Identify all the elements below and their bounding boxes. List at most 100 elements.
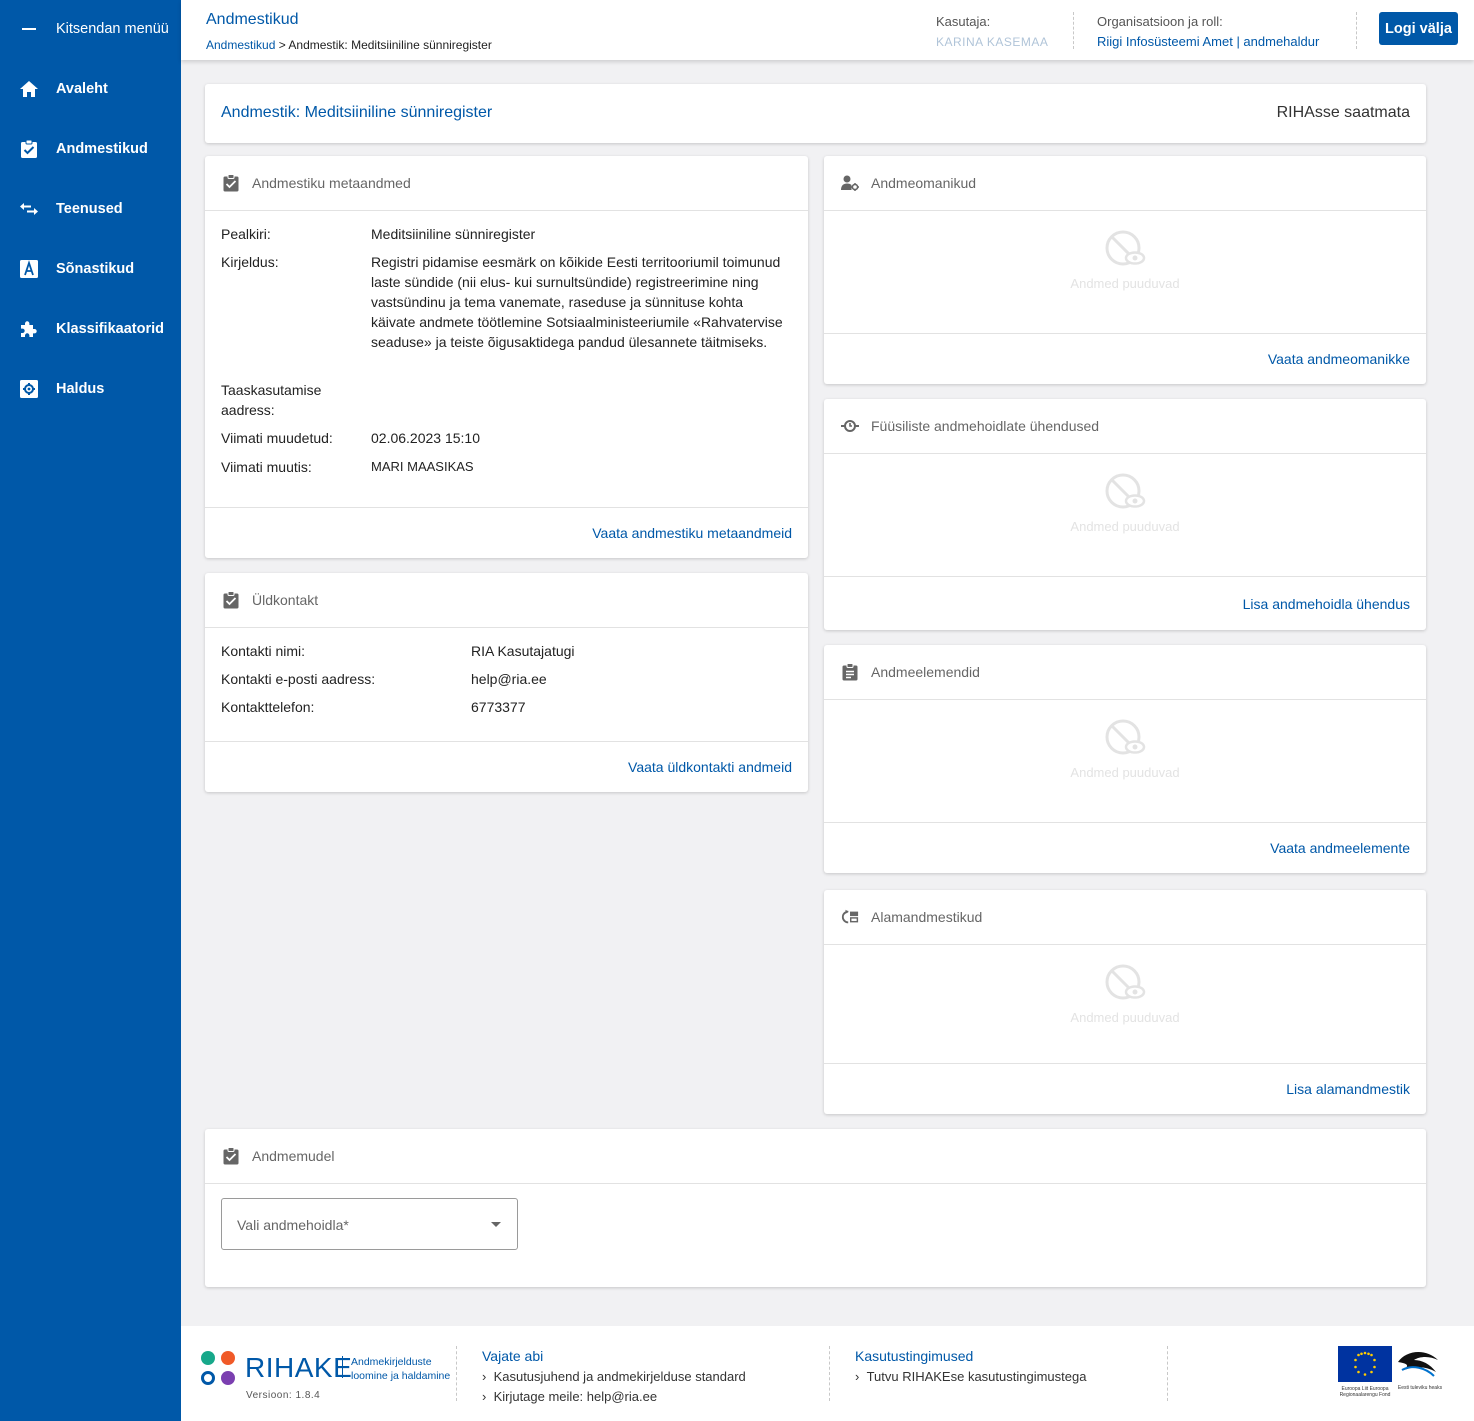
card-footer: Lisa andmehoidla ühendus (824, 576, 1426, 630)
brand-tagline: Andmekirjelduste loomine ja haldamine (351, 1355, 450, 1383)
empty-text: Andmed puuduvad (1070, 1010, 1180, 1025)
field-label: Pealkiri: (221, 226, 271, 242)
logout-button[interactable]: Logi välja (1379, 12, 1458, 45)
estonia-swallow-icon (1398, 1351, 1438, 1377)
user-label: Kasutaja: (936, 14, 991, 29)
field-label: Viimati muutis: (221, 459, 312, 475)
card-title: Andmestiku metaandmed (252, 175, 411, 191)
caret-down-icon (491, 1222, 501, 1227)
clipboard-list-icon (841, 663, 859, 681)
sidebar: Kitsendan menüü Avaleht Andmestikud Teen… (0, 0, 181, 1421)
sidebar-item-label: Avaleht (56, 81, 108, 97)
clipboard-check-icon (222, 1147, 240, 1165)
collapse-menu-button[interactable]: Kitsendan menüü (0, 9, 181, 49)
view-owners-link[interactable]: Vaata andmeomanikke (1268, 351, 1410, 367)
help-link-guide[interactable]: › Kasutusjuhend ja andmekirjelduse stand… (482, 1369, 746, 1384)
empty-text: Andmed puuduvad (1070, 519, 1180, 534)
add-connection-link[interactable]: Lisa andmehoidla ühendus (1243, 596, 1410, 612)
terms-link[interactable]: › Tutvu RIHAKEse kasutustingimustega (855, 1369, 1086, 1384)
swap-arrows-icon (18, 198, 40, 220)
brand-name: RIHAKE (245, 1352, 353, 1383)
card-header: Andmestiku metaandmed (205, 156, 808, 211)
sidebar-item-teenused[interactable]: Teenused (0, 189, 181, 229)
select-placeholder: Vali andmehoidla* (237, 1217, 349, 1233)
footer-divider (1167, 1346, 1168, 1401)
clipboard-check-icon (222, 174, 240, 192)
sidebar-item-label: Sõnastikud (56, 261, 135, 277)
field-value: MARI MAASIKAS (371, 459, 474, 474)
breadcrumb-current: Andmestik: Meditsiiniline sünniregister (288, 38, 492, 52)
field-label: Kontakttelefon: (221, 699, 315, 715)
subsets-card: Alamandmestikud Andmed puuduvad Lisa ala… (824, 890, 1426, 1114)
terms-title: Kasutustingimused (855, 1348, 974, 1364)
footer-divider (829, 1346, 830, 1401)
card-title: Füüsiliste andmehoidlate ühendused (871, 418, 1100, 434)
card-title: Üldkontakt (252, 592, 319, 608)
rihake-logo-icon (201, 1351, 237, 1387)
storage-select[interactable]: Vali andmehoidla* (221, 1198, 518, 1250)
org-label: Organisatsioon ja roll: (1097, 14, 1223, 29)
card-title: Andmeelemendid (871, 664, 980, 680)
card-title: Alamandmestikud (871, 909, 983, 925)
help-link-email-text[interactable]: Kirjutage meile: help@ria.ee (494, 1389, 658, 1404)
empty-text: Andmed puuduvad (1070, 276, 1180, 291)
card-header: Üldkontakt (205, 573, 808, 628)
user-name: KARINA KASEMAA (936, 35, 1049, 49)
sidebar-item-label: Haldus (56, 381, 105, 397)
card-footer: Lisa alamandmestik (824, 1063, 1426, 1114)
view-metadata-link[interactable]: Vaata andmestiku metaandmeid (592, 525, 792, 541)
settings-box-icon (18, 378, 40, 400)
field-value: RIA Kasutajatugi (471, 643, 575, 659)
eu-fund-text: Euroopa Liit Euroopa Regionaalarengu Fon… (1339, 1386, 1391, 1398)
breadcrumb-link[interactable]: Andmestikud (206, 38, 275, 52)
card-header: Andmeelemendid (824, 645, 1426, 700)
sidebar-item-haldus[interactable]: Haldus (0, 369, 181, 409)
no-data-icon (1105, 964, 1146, 1000)
card-header: Andmemudel (205, 1129, 1426, 1184)
metadata-card: Andmestiku metaandmed Pealkiri: Meditsii… (205, 156, 808, 558)
card-footer: Vaata üldkontakti andmeid (205, 741, 808, 792)
sidebar-item-avaleht[interactable]: Avaleht (0, 69, 181, 109)
dataset-title-card: Andmestik: Meditsiiniline sünniregister … (205, 84, 1426, 143)
help-link-email[interactable]: › Kirjutage meile: help@ria.ee (482, 1389, 657, 1404)
field-label: Taaskasutamise aadress: (221, 382, 322, 418)
sidebar-item-klassifikaatorid[interactable]: Klassifikaatorid (0, 309, 181, 349)
sidebar-item-sonastikud[interactable]: Sõnastikud (0, 249, 181, 289)
card-footer: Vaata andmestiku metaandmeid (205, 507, 808, 558)
sidebar-item-andmestikud[interactable]: Andmestikud (0, 129, 181, 169)
dataset-title: Andmestik: Meditsiiniline sünniregister (221, 104, 493, 121)
app-version: Versioon: 1.8.4 (246, 1390, 321, 1401)
breadcrumb-separator: > (275, 38, 289, 52)
connections-card: Füüsiliste andmehoidlate ühendused Andme… (824, 399, 1426, 630)
sidebar-item-label: Klassifikaatorid (56, 321, 164, 337)
terms-link-text[interactable]: Tutvu RIHAKEse kasutustingimustega (867, 1369, 1087, 1384)
empty-state: Andmed puuduvad (824, 471, 1426, 534)
add-subset-link[interactable]: Lisa alamandmestik (1286, 1081, 1410, 1097)
estonia-logo: Eesti tuleviku heaks (1396, 1346, 1444, 1402)
page-footer: RIHAKE Andmekirjelduste loomine ja halda… (181, 1326, 1474, 1421)
tagline-line: loomine ja haldamine (351, 1370, 451, 1382)
data-model-card: Andmemudel Vali andmehoidla* (205, 1129, 1426, 1287)
eu-fund-logo: Euroopa Liit Euroopa Regionaalarengu Fon… (1338, 1346, 1392, 1402)
help-link-guide-text[interactable]: Kasutusjuhend ja andmekirjelduse standar… (494, 1369, 746, 1384)
field-value: 6773377 (471, 699, 526, 715)
org-role-link[interactable]: Riigi Infosüsteemi Amet | andmehaldur (1097, 34, 1319, 49)
view-contact-link[interactable]: Vaata üldkontakti andmeid (628, 759, 792, 775)
page-title: Andmestikud (206, 11, 299, 28)
collapse-menu-label: Kitsendan menüü (56, 21, 169, 37)
no-data-icon (1105, 473, 1146, 509)
eu-flag-icon (1338, 1346, 1392, 1382)
field-label: Kontakti nimi: (221, 643, 306, 659)
sidebar-item-label: Teenused (56, 201, 123, 217)
top-header: Andmestikud Andmestikud > Andmestik: Med… (181, 0, 1474, 60)
field-value: help@ria.ee (471, 671, 547, 687)
field-value: Registri pidamise eesmärk on kõikide Ees… (371, 254, 783, 350)
view-elements-link[interactable]: Vaata andmeelemente (1270, 840, 1410, 856)
help-title: Vajate abi (482, 1348, 544, 1364)
minus-icon (18, 18, 40, 40)
contact-card: Üldkontakt Kontakti nimi: RIA Kasutajatu… (205, 573, 808, 792)
empty-state: Andmed puuduvad (824, 717, 1426, 780)
footer-divider (456, 1346, 457, 1401)
field-value: Meditsiiniline sünniregister (371, 226, 536, 242)
estonia-text: Eesti tuleviku heaks (1397, 1385, 1443, 1391)
